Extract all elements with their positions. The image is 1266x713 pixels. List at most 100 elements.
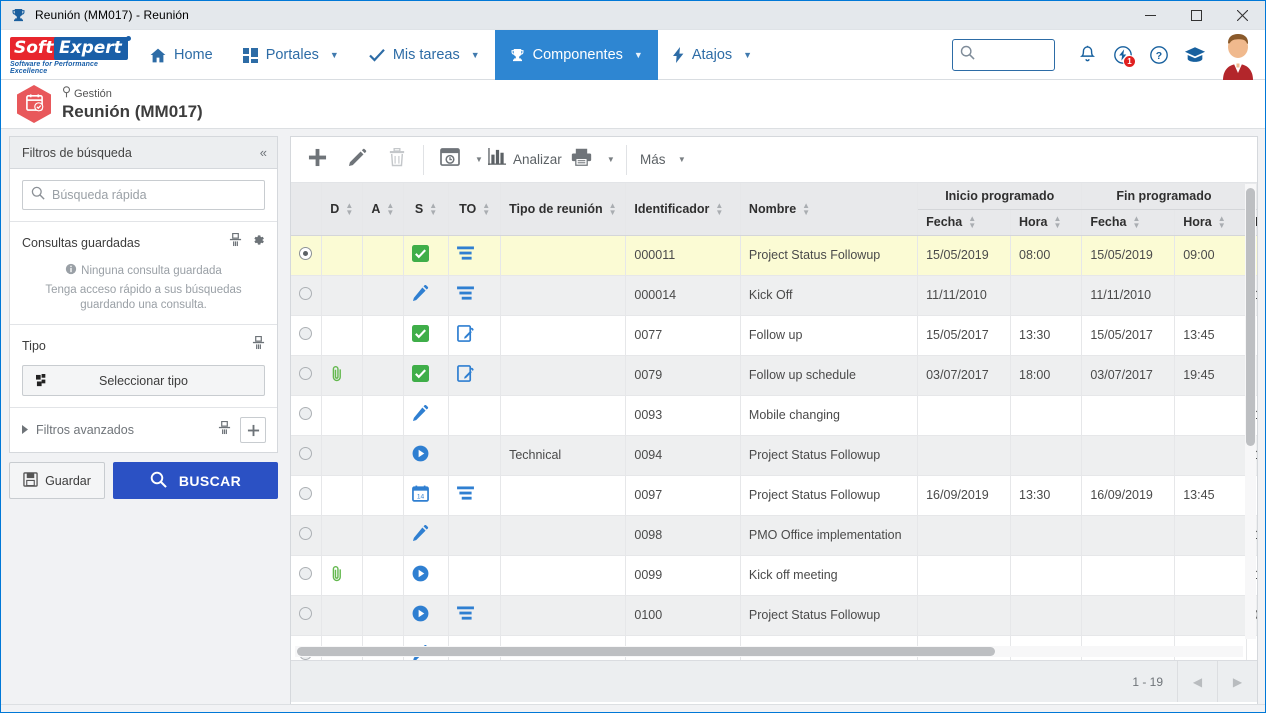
table-horizontal-scrollbar[interactable] [295, 646, 1243, 657]
table-row[interactable]: 000011 Project Status Followup 15/05/2019 0… [291, 235, 1257, 276]
edit-button[interactable] [337, 142, 377, 178]
pencil-icon[interactable] [412, 525, 429, 542]
attachment-icon[interactable] [330, 565, 344, 582]
th-s[interactable]: S ▲ ▼ [403, 183, 450, 236]
academy-button[interactable] [1177, 30, 1213, 80]
select-type-button[interactable]: Seleccionar tipo [22, 365, 265, 396]
row-select-cell[interactable] [291, 555, 322, 596]
nav-item-home[interactable]: Home [135, 30, 228, 80]
maximize-button[interactable] [1173, 1, 1219, 30]
table-row[interactable]: 0077 Follow up 15/05/2017 13:30 15/05/2017 13… [291, 315, 1257, 356]
list-icon[interactable] [457, 486, 475, 501]
table-row[interactable]: 0098PMO Office implementation19/08/20191… [291, 515, 1257, 556]
row-select-cell[interactable] [291, 315, 322, 356]
quick-search-input[interactable] [52, 188, 264, 202]
row-radio-button[interactable] [299, 327, 312, 340]
collapse-sidebar-button[interactable]: « [260, 145, 267, 160]
th-tipo-reunion[interactable]: Tipo de reunión ▲ ▼ [500, 183, 627, 236]
row-select-cell[interactable] [291, 235, 322, 276]
row-select-cell[interactable] [291, 435, 322, 476]
clear-filter-icon[interactable] [252, 335, 265, 355]
search-button[interactable]: BUSCAR [113, 462, 278, 499]
table-row[interactable]: 14 0097 Project Status Followup 16/09/2019 1… [291, 475, 1257, 516]
notifications-button[interactable] [1069, 30, 1105, 80]
row-select-cell[interactable] [291, 395, 322, 436]
global-search-box[interactable] [952, 38, 1055, 71]
row-select-cell[interactable] [291, 275, 322, 316]
advanced-filters-toggle[interactable]: Filtros avanzados [22, 423, 134, 437]
list-icon[interactable] [457, 606, 475, 621]
table-vertical-scrollbar[interactable] [1245, 184, 1256, 639]
row-radio-button[interactable] [299, 367, 312, 380]
gear-icon[interactable] [251, 233, 265, 252]
nav-item-atajos[interactable]: Atajos ▼ [658, 30, 767, 80]
more-button[interactable]: Más [633, 142, 673, 178]
row-radio-button[interactable] [299, 607, 312, 620]
edit-icon[interactable] [457, 325, 474, 342]
row-radio-button[interactable] [299, 527, 312, 540]
global-search-input[interactable] [975, 47, 1047, 62]
th-a[interactable]: A ▲ ▼ [362, 183, 404, 236]
row-radio-button[interactable] [299, 287, 312, 300]
table-row[interactable]: 0099Kick off meeting12/08/201908:00 [291, 555, 1257, 596]
table-horizontal-scroll-thumb[interactable] [297, 647, 995, 656]
pager-next-button[interactable]: ▶ [1217, 661, 1257, 702]
play-icon[interactable] [412, 605, 429, 622]
th-inicio-hora[interactable]: Hora ▲ ▼ [1010, 209, 1083, 236]
row-select-cell[interactable] [291, 475, 322, 516]
row-radio-button[interactable] [299, 567, 312, 580]
th-identificador[interactable]: Identificador ▲ ▼ [625, 183, 741, 236]
edit-icon[interactable] [457, 365, 474, 382]
row-radio-button[interactable] [299, 487, 312, 500]
row-select-cell[interactable] [291, 595, 322, 636]
clear-filter-icon[interactable] [218, 420, 231, 440]
play-icon[interactable] [412, 445, 429, 462]
row-select-cell[interactable] [291, 515, 322, 556]
check-icon[interactable] [411, 245, 429, 262]
save-query-button[interactable]: Guardar [9, 462, 105, 499]
calendar-icon[interactable]: 14 [411, 485, 429, 502]
table-row[interactable]: 0100Project Status Followup01/08/201913:… [291, 595, 1257, 636]
view-dropdown-arrow[interactable]: ▼ [470, 142, 488, 178]
nav-item-portales[interactable]: Portales ▼ [228, 30, 354, 80]
quick-actions-button[interactable]: 1 [1105, 30, 1141, 80]
table-row[interactable]: 000014Kick Off11/11/201011/11/201011/11/… [291, 275, 1257, 316]
th-inicio-fecha[interactable]: Fecha ▲ ▼ [917, 209, 1012, 236]
pencil-icon[interactable] [412, 405, 429, 422]
pager-prev-button[interactable]: ◀ [1177, 661, 1217, 702]
row-select-cell[interactable] [291, 355, 322, 396]
user-avatar[interactable] [1215, 30, 1261, 80]
add-filter-button[interactable] [240, 417, 266, 443]
th-nombre[interactable]: Nombre ▲ ▼ [740, 183, 919, 236]
minimize-button[interactable] [1127, 1, 1173, 30]
attachment-icon[interactable] [330, 365, 344, 382]
nav-item-mis-tareas[interactable]: Mis tareas ▼ [354, 30, 495, 80]
row-radio-button[interactable] [299, 247, 312, 260]
check-icon[interactable] [411, 365, 429, 382]
table-row[interactable]: 0079 Follow up schedule 03/07/2017 18:00 03/… [291, 355, 1257, 396]
softexpert-logo[interactable]: Soft Expert Software for Performance Exc… [1, 30, 135, 80]
list-icon[interactable] [457, 246, 475, 261]
list-icon[interactable] [457, 286, 475, 301]
print-dropdown-arrow[interactable]: ▼ [602, 142, 620, 178]
row-radio-button[interactable] [299, 447, 312, 460]
th-d[interactable]: D ▲ ▼ [321, 183, 363, 236]
th-fin-hora[interactable]: Hora ▲ ▼ [1174, 209, 1247, 236]
quick-search-box[interactable] [22, 180, 265, 210]
clear-filter-icon[interactable] [229, 232, 242, 252]
analyze-button[interactable]: Analizar [488, 142, 562, 178]
row-radio-button[interactable] [299, 407, 312, 420]
close-button[interactable] [1219, 1, 1265, 30]
more-dropdown-arrow[interactable]: ▼ [673, 142, 691, 178]
print-button[interactable] [562, 142, 602, 178]
delete-button[interactable] [377, 142, 417, 178]
th-to[interactable]: TO ▲ ▼ [448, 183, 502, 236]
check-icon[interactable] [411, 325, 429, 342]
view-button[interactable] [430, 142, 470, 178]
play-icon[interactable] [412, 565, 429, 582]
table-row[interactable]: 0093Mobile changing14/08/201911:00 [291, 395, 1257, 436]
nav-item-componentes[interactable]: Componentes ▼ [494, 30, 658, 80]
add-button[interactable] [297, 142, 337, 178]
pencil-icon[interactable] [412, 285, 429, 302]
th-fin-fecha[interactable]: Fecha ▲ ▼ [1081, 209, 1176, 236]
